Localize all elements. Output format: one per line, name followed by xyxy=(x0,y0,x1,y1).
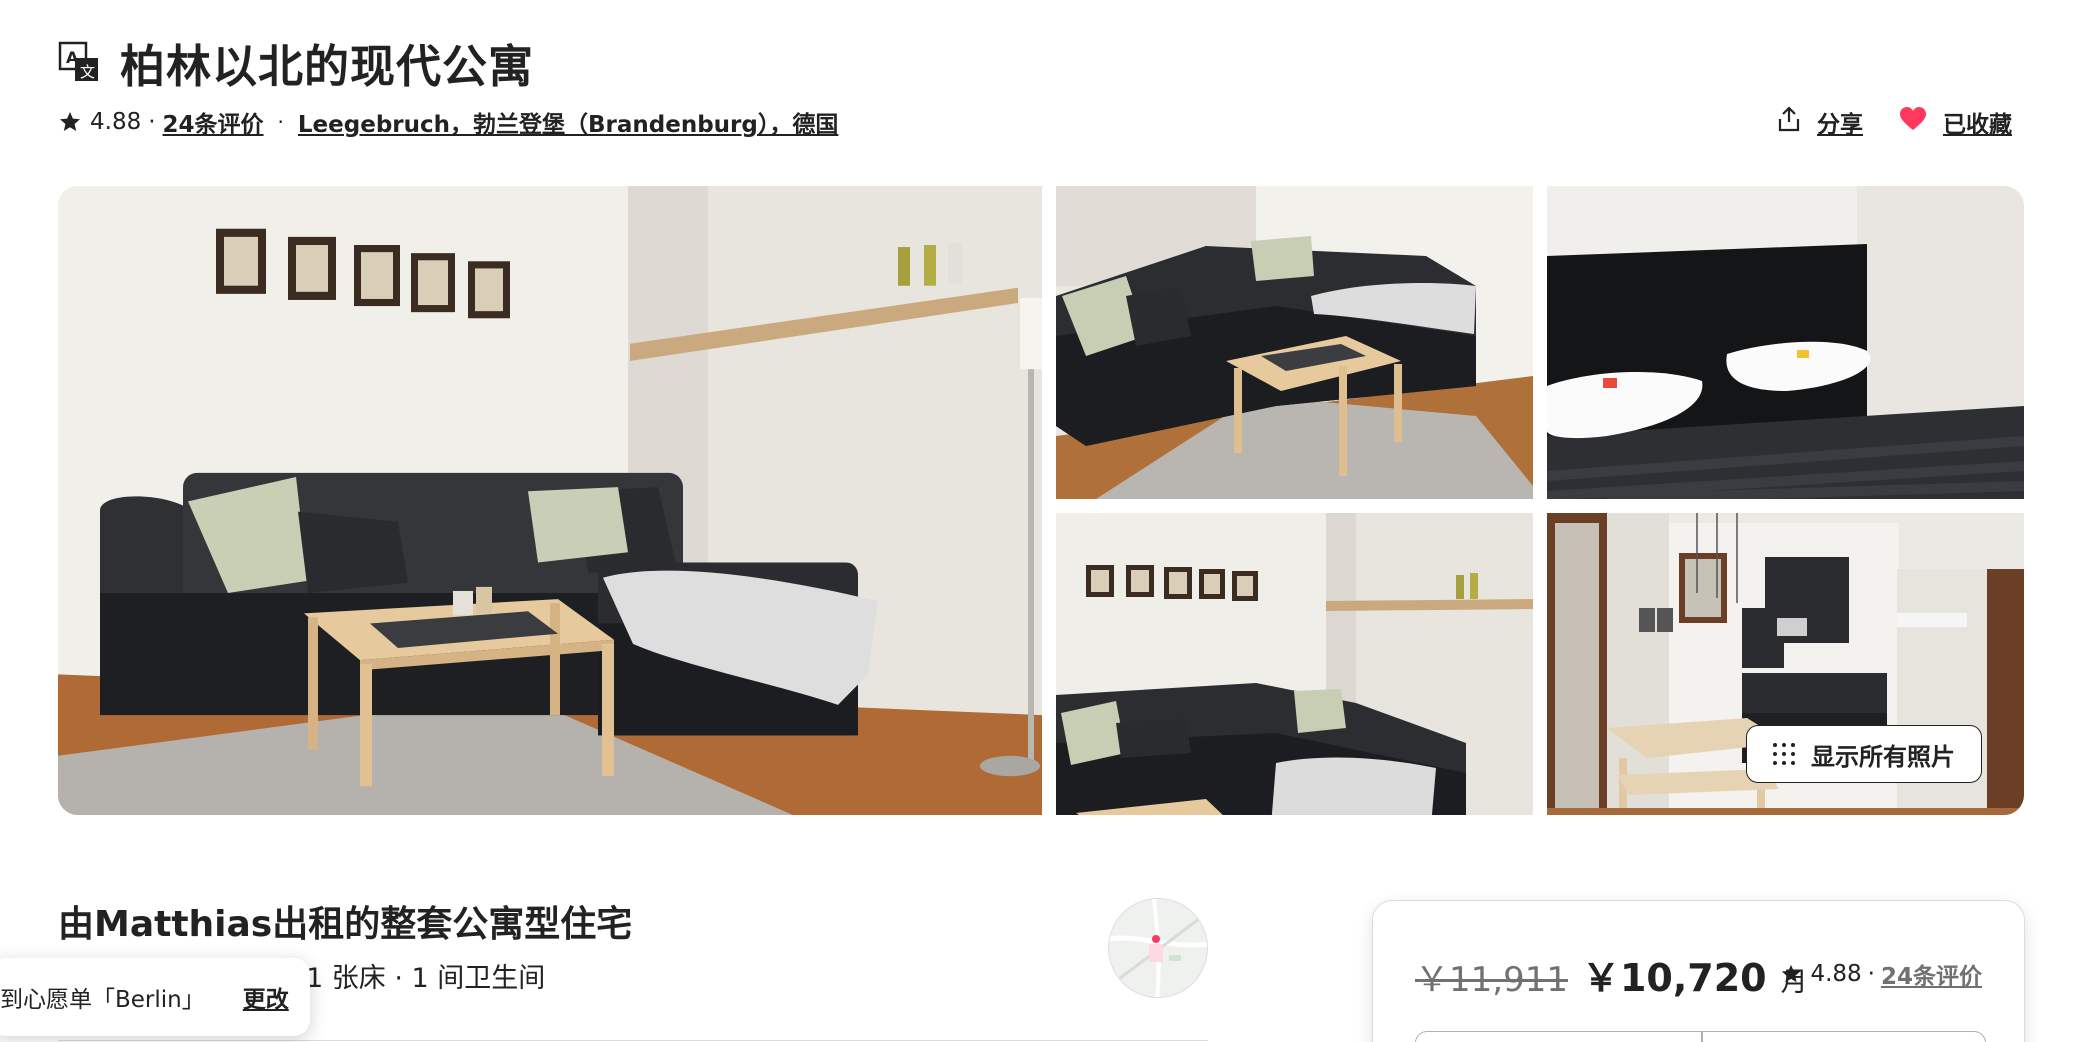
share-label: 分享 xyxy=(1817,112,1863,138)
heart-icon xyxy=(1899,106,1927,138)
photo-sofa[interactable] xyxy=(1056,186,1533,499)
booking-rating: 4.88 · 24条评价 xyxy=(1780,957,1982,991)
toast-change-button[interactable]: 更改 xyxy=(243,980,289,1014)
toast-text: 到心愿单「Berlin」 xyxy=(0,987,205,1013)
booking-reviews-link[interactable]: 24条评价 xyxy=(1881,957,1982,991)
saved-label: 已收藏 xyxy=(1943,112,2012,138)
booking-card: ￥11,911 ￥10,720 月 4.88 · 24条评价 xyxy=(1372,900,2025,1042)
show-all-photos-label: 显示所有照片 xyxy=(1811,742,1955,771)
photo-bedroom[interactable] xyxy=(1547,186,2024,499)
separator: · xyxy=(277,110,284,134)
section-divider xyxy=(58,1040,1208,1041)
grid-dots-icon xyxy=(1773,743,1795,765)
title-row: A 文 柏林以北的现代公寓 xyxy=(58,34,534,93)
booking-rating-value: 4.88 xyxy=(1810,961,1862,987)
rating-value: 4.88 xyxy=(90,109,142,135)
star-icon xyxy=(58,110,82,134)
photo-gallery: 显示所有照片 xyxy=(58,186,2024,815)
page-title: 柏林以北的现代公寓 xyxy=(120,39,535,93)
reviews-link[interactable]: 24条评价 xyxy=(163,105,264,139)
separator: · xyxy=(1867,961,1875,987)
share-icon xyxy=(1777,106,1801,138)
show-all-photos-button[interactable]: 显示所有照片 xyxy=(1746,725,1982,783)
photo-kitchen[interactable]: 显示所有照片 xyxy=(1547,513,2024,815)
separator: · xyxy=(148,109,156,135)
location-link[interactable]: Leegebruch，勃兰登堡（Brandenburg），德国 xyxy=(298,105,838,139)
star-icon xyxy=(1780,963,1802,985)
original-price: ￥11,911 xyxy=(1415,960,1568,1000)
discounted-price: ￥10,720 xyxy=(1581,956,1767,1000)
svg-text:文: 文 xyxy=(80,63,95,81)
price-row: ￥11,911 ￥10,720 月 xyxy=(1415,947,1808,1002)
avatar[interactable] xyxy=(1108,898,1208,998)
translate-icon[interactable]: A 文 xyxy=(58,41,100,83)
listing-title: 由Matthias出租的整套公寓型住宅 xyxy=(58,904,633,945)
listing-meta: 4.88 · 24条评价 · Leegebruch，勃兰登堡（Brandenbu… xyxy=(58,104,838,140)
date-picker[interactable] xyxy=(1415,1031,1986,1042)
photo-living-wide[interactable] xyxy=(1056,513,1533,815)
photo-living-room[interactable] xyxy=(58,186,1042,815)
header-actions: 分享 已收藏 xyxy=(1777,104,2012,140)
saved-button[interactable]: 已收藏 xyxy=(1899,105,2012,139)
share-button[interactable]: 分享 xyxy=(1777,105,1863,139)
wishlist-toast: 到心愿单「Berlin」 更改 xyxy=(0,958,310,1036)
listing-summary: 1 张床 · 1 间卫生间 xyxy=(306,963,546,994)
